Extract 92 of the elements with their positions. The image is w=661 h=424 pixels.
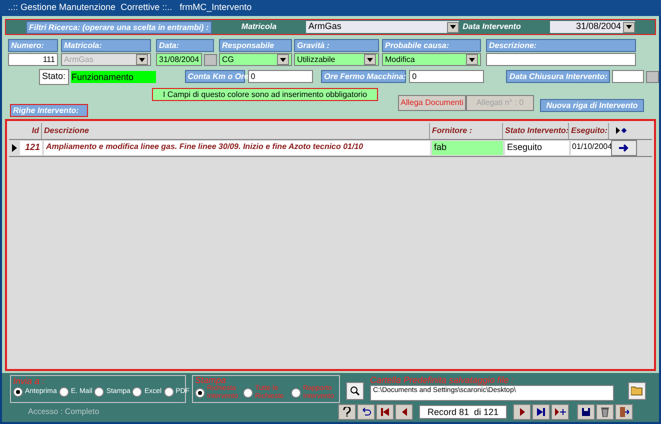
radio-button[interactable] [291,388,301,398]
save-button[interactable] [577,404,595,420]
field-label: Matricola: [61,39,151,52]
record-counter: Record 81 di 121 [419,405,507,419]
field-label: Ore Fermo Macchina: [321,70,406,84]
table-cell: Ampliamento e modifica linee gas. Fine linee 30/09. Inizio e fine Azoto tecnico 01/10 [44,140,430,154]
section-label: Righe Intervento: [10,104,88,116]
preview-button[interactable] [346,382,364,400]
open-row-button[interactable] [611,140,637,156]
trash-icon [601,407,609,417]
field-input[interactable]: 0 [409,70,484,84]
delete-button[interactable] [596,404,614,420]
field-label: Probabile causa: [382,39,481,52]
dropdown-button[interactable] [466,54,478,65]
previous-icon [402,408,406,416]
new-record-button[interactable] [551,404,569,420]
stato-label: Stato: [39,69,69,84]
caret-icon [626,25,632,29]
caret-icon [469,58,475,62]
next-icon [520,408,524,416]
dropdown-button[interactable] [623,22,635,32]
field-label: Gravità : [294,39,379,52]
arrow-right-icon [619,144,629,152]
radio-button[interactable] [195,388,205,398]
column-header: Eseguito: [569,122,609,138]
calendar-button[interactable] [646,70,659,83]
dropdown-button[interactable] [277,54,289,65]
question-icon [343,407,351,417]
field-label: Data Chiusura Intervento: [506,70,610,84]
radio-button[interactable] [58,387,69,398]
table-cell: fab [432,140,503,154]
filter-matricola-label: Matricola [240,21,278,33]
calendar-button[interactable] [204,54,218,66]
field-input[interactable] [612,70,644,84]
field-label: Responsabile [219,39,292,52]
group-title: Stampa [195,376,226,385]
help-button[interactable] [338,404,356,420]
last-icon [537,408,545,416]
first-icon [381,408,389,416]
new-record-icon [616,127,628,134]
next-record-button[interactable] [513,404,531,420]
field-input[interactable]: Utilizzabile [294,53,379,66]
last-record-button[interactable] [532,404,550,420]
field-label: Descrizione: [486,39,636,52]
current-row-icon [12,144,17,152]
door-icon [619,407,629,417]
caret-icon [367,58,373,62]
dropdown-button[interactable] [446,22,459,32]
undo-icon [361,407,371,417]
access-label: Accesso : Completo [28,406,100,418]
caret-icon [280,58,286,62]
field-label: Numero: [8,39,58,52]
table-cell: 121 [20,140,42,154]
first-record-button[interactable] [376,404,394,420]
data-filter-combo[interactable]: 31/08/2004 [550,21,635,33]
caret-icon [139,58,145,62]
folder-label: Cartella Predefinita salvataggio file : [370,375,515,385]
caret-icon [450,25,456,29]
column-header: Fornitore : [430,122,503,138]
field-input[interactable] [486,53,636,66]
column-header: Stato Intervento: [503,122,569,138]
stato-value: Funzionamento [70,70,156,83]
radio-button[interactable] [164,387,174,398]
radio-button[interactable] [243,388,253,398]
group-title: Invia a : [13,376,46,386]
required-notice: I Campi di questo colore sono ad inserimento obbligatorio [152,88,378,100]
table-cell: Eseguito [505,140,569,154]
filter-label: Filtri Ricerca: (operare una scelta in entrambi) : [26,20,212,34]
exit-button[interactable] [615,404,633,420]
column-header: Id [20,122,42,138]
radio-button[interactable] [13,387,23,398]
field-input[interactable]: 111 [8,53,58,66]
radio-button[interactable] [132,387,142,398]
window-title: ..:: Gestione Manutenzione Correttive ::.. frmMC_Intervento [0,0,661,16]
save-icon [581,407,591,417]
table-cell: 01/10/2004 [571,140,611,154]
magnifier-icon [350,386,360,396]
field-label: Data: [156,39,214,52]
field-input[interactable]: 31/08/2004 [156,53,202,66]
radio-button[interactable] [94,387,104,398]
column-header: Descrizione [42,122,430,138]
field-input[interactable]: Modifica [382,53,481,66]
previous-record-button[interactable] [395,404,413,420]
new-record-icon [554,408,566,416]
open-folder-button[interactable] [628,382,646,400]
field-input[interactable]: CG [219,53,292,66]
matricola-filter-combo[interactable]: ArmGas [306,21,459,33]
folder-icon [631,386,643,396]
filter-data-label: Data Intervento [462,21,522,33]
field-input[interactable]: 0 [248,70,314,84]
undo-button[interactable] [357,404,375,420]
dropdown-button[interactable] [364,54,376,65]
